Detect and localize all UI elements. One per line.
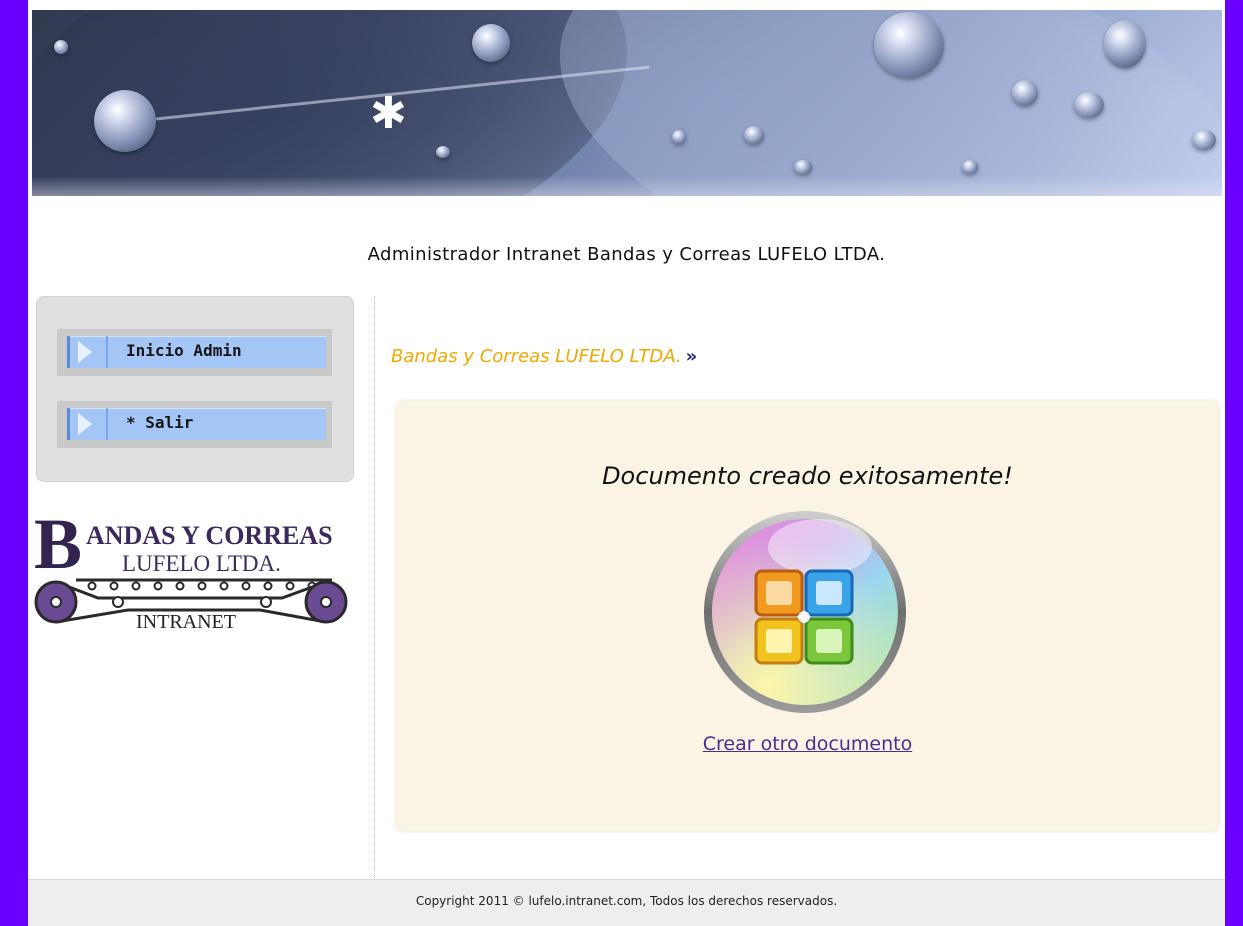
water-drop	[874, 12, 944, 78]
nav-separator	[106, 336, 108, 368]
water-drop	[962, 160, 978, 174]
banner-fade	[32, 176, 1222, 196]
breadcrumb: Bandas y Correas LUFELO LTDA.»	[391, 346, 697, 367]
nav-separator	[106, 408, 108, 440]
svg-text:B: B	[34, 510, 82, 584]
page-title: Administrador Intranet Bandas y Correas …	[367, 244, 886, 265]
sidebar-item-label: Inicio Admin	[126, 341, 242, 360]
svg-text:ANDAS Y CORREAS: ANDAS Y CORREAS	[86, 521, 333, 550]
svg-text:LUFELO LTDA.: LUFELO LTDA.	[122, 551, 281, 576]
footer: Copyright 2011 © lufelo.intranet.com, To…	[28, 879, 1225, 926]
company-logo: B ANDAS Y CORREAS LUFELO LTDA. INTRANET	[34, 510, 348, 633]
create-link-wrapper: Crear otro documento	[396, 733, 1219, 755]
water-drop	[672, 130, 686, 144]
arrow-right-icon	[78, 413, 92, 435]
water-drop	[794, 160, 812, 174]
content-panel: Documento creado exitosamente! Crear otr…	[396, 401, 1219, 831]
sparkle-icon: ✱	[370, 88, 407, 139]
sidebar-item-salir[interactable]: * Salir	[57, 401, 332, 448]
copyright-text: Copyright 2011 © lufelo.intranet.com, To…	[415, 894, 838, 908]
svg-text:INTRANET: INTRANET	[136, 611, 236, 633]
water-drop	[436, 146, 450, 158]
water-drop	[472, 24, 510, 62]
page: ✱ Administrador Intranet Bandas y Correa…	[28, 0, 1225, 926]
microsoft-office-icon	[704, 511, 906, 713]
breadcrumb-text: Bandas y Correas LUFELO LTDA.	[391, 346, 682, 367]
sidebar-divider	[374, 296, 375, 878]
header-banner-image: ✱	[32, 10, 1222, 196]
sidebar-item-label: * Salir	[126, 413, 194, 432]
water-drop	[1104, 20, 1146, 68]
water-drop	[1192, 130, 1216, 150]
water-drop	[744, 126, 764, 144]
sidebar-item-inicio-admin[interactable]: Inicio Admin	[57, 329, 332, 376]
arrow-right-icon	[78, 341, 92, 363]
sidebar-nav: Inicio Admin * Salir	[36, 296, 354, 482]
water-drop	[1012, 80, 1038, 106]
nav-button-bar: Inicio Admin	[67, 336, 326, 368]
double-chevron-right-icon: »	[685, 346, 698, 367]
water-drop	[54, 40, 68, 54]
create-another-document-link[interactable]: Crear otro documento	[703, 733, 912, 755]
success-message: Documento creado exitosamente!	[602, 462, 1013, 490]
water-drop	[1074, 92, 1104, 118]
water-drop	[94, 90, 156, 152]
nav-button-bar: * Salir	[67, 408, 326, 440]
